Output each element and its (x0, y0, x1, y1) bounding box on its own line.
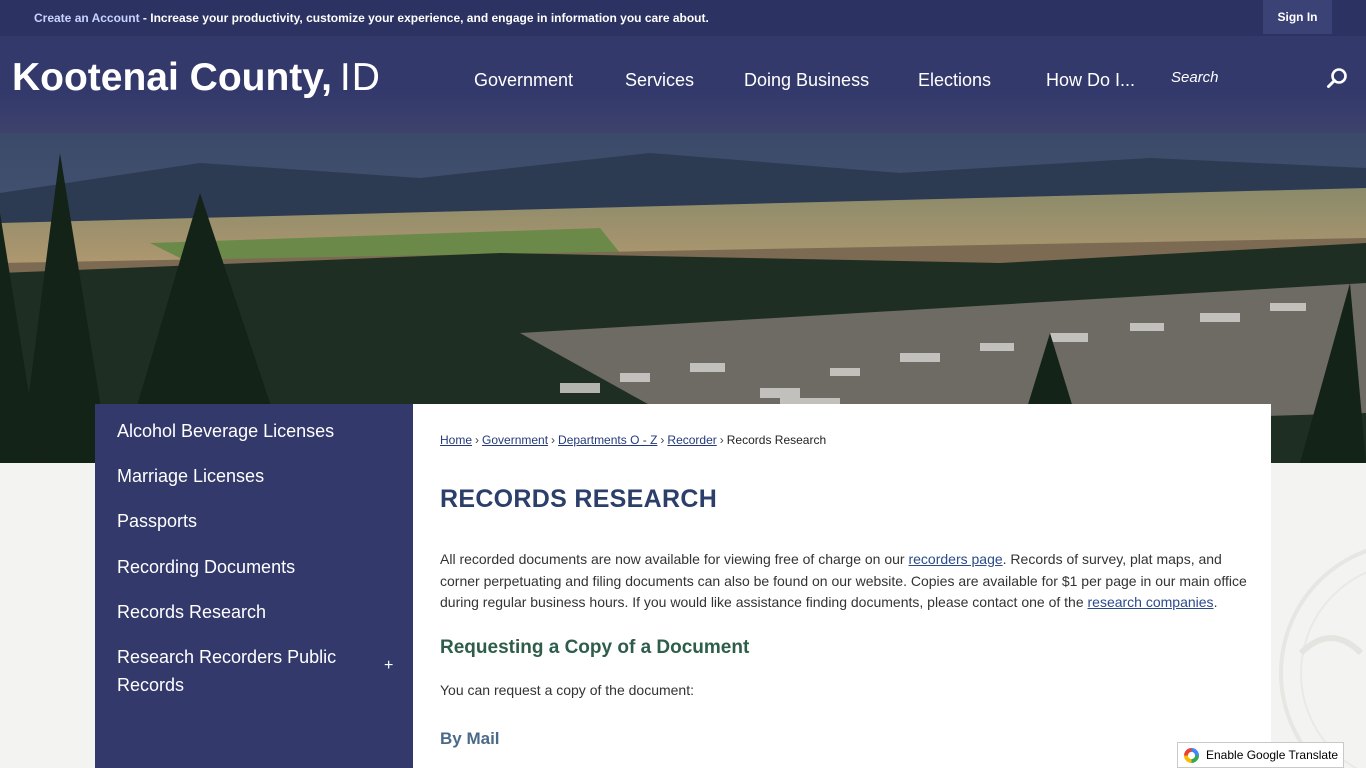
breadcrumb-departments[interactable]: Departments O - Z (558, 433, 657, 447)
section-heading: Requesting a Copy of a Document (440, 637, 750, 658)
google-translate-button[interactable]: Enable Google Translate (1177, 742, 1344, 768)
breadcrumb-government[interactable]: Government (482, 433, 548, 447)
logo-state: ID (339, 56, 381, 99)
sidebar-item-passports[interactable]: Passports (117, 507, 197, 535)
breadcrumb-separator: › (475, 433, 480, 447)
nav-services[interactable]: Services (625, 70, 694, 91)
intro-paragraph: All recorded documents are now available… (440, 549, 1250, 614)
sidebar-item-marriage-licenses[interactable]: Marriage Licenses (117, 462, 264, 490)
logo-name: Kootenai County, (12, 56, 332, 99)
sidebar-item-alcohol-beverage-licenses[interactable]: Alcohol Beverage Licenses (117, 417, 334, 445)
promo-text: - Increase your productivity, customize … (139, 11, 709, 25)
top-utility-bar: Create an Account - Increase your produc… (0, 0, 1366, 36)
intro-text-3: . (1213, 594, 1218, 611)
section-text: You can request a copy of the document: (440, 682, 694, 698)
create-account-link[interactable]: Create an Account (34, 11, 140, 25)
google-translate-label: Enable Google Translate (1206, 748, 1339, 762)
nav-government[interactable]: Government (474, 70, 573, 91)
google-translate-icon (1183, 746, 1200, 764)
breadcrumb: Home › Government › Departments O - Z › Record… (440, 433, 826, 447)
nav-doing-business[interactable]: Doing Business (744, 70, 869, 91)
side-nav: Alcohol Beverage Licenses Marriage Licen… (95, 404, 413, 768)
breadcrumb-separator: › (551, 433, 556, 447)
research-companies-link[interactable]: research companies (1088, 594, 1214, 610)
main-content: Home › Government › Departments O - Z › Record… (413, 404, 1271, 768)
sign-in-button[interactable]: Sign In (1263, 0, 1332, 34)
breadcrumb-current: Records Research (726, 433, 827, 447)
recorders-page-link[interactable]: recorders page (908, 551, 1002, 567)
sidebar-item-label-line-1: Research Recorders Public (117, 647, 337, 667)
magnifier-icon[interactable] (1326, 67, 1348, 89)
expand-plus-icon[interactable]: + (384, 657, 393, 675)
breadcrumb-home[interactable]: Home (440, 433, 472, 447)
sidebar-item-records-research[interactable]: Records Research (117, 598, 266, 626)
page-title: RECORDS RESEARCH (440, 485, 718, 513)
site-header: Kootenai County, ID Government Services D… (0, 36, 1366, 133)
nav-how-do-i[interactable]: How Do I... (1046, 70, 1135, 91)
create-account-promo: Create an Account - Increase your produc… (34, 11, 709, 25)
sidebar-item-recording-documents[interactable]: Recording Documents (117, 553, 295, 581)
sidebar-item-label-line-2: Records (117, 675, 185, 695)
county-seal-watermark (1279, 548, 1366, 768)
subheading-by-mail: By Mail (440, 729, 500, 748)
sidebar-item-research-recorders-public-records[interactable]: Research Recorders Public Records (117, 643, 336, 699)
site-logo[interactable]: Kootenai County, ID (12, 56, 381, 100)
nav-elections[interactable]: Elections (918, 70, 991, 91)
intro-text-1: All recorded documents are now available… (440, 551, 909, 567)
search-input[interactable]: Search (1171, 69, 1219, 86)
breadcrumb-separator: › (660, 433, 665, 447)
breadcrumb-separator: › (719, 433, 724, 447)
breadcrumb-recorder[interactable]: Recorder (667, 433, 716, 447)
